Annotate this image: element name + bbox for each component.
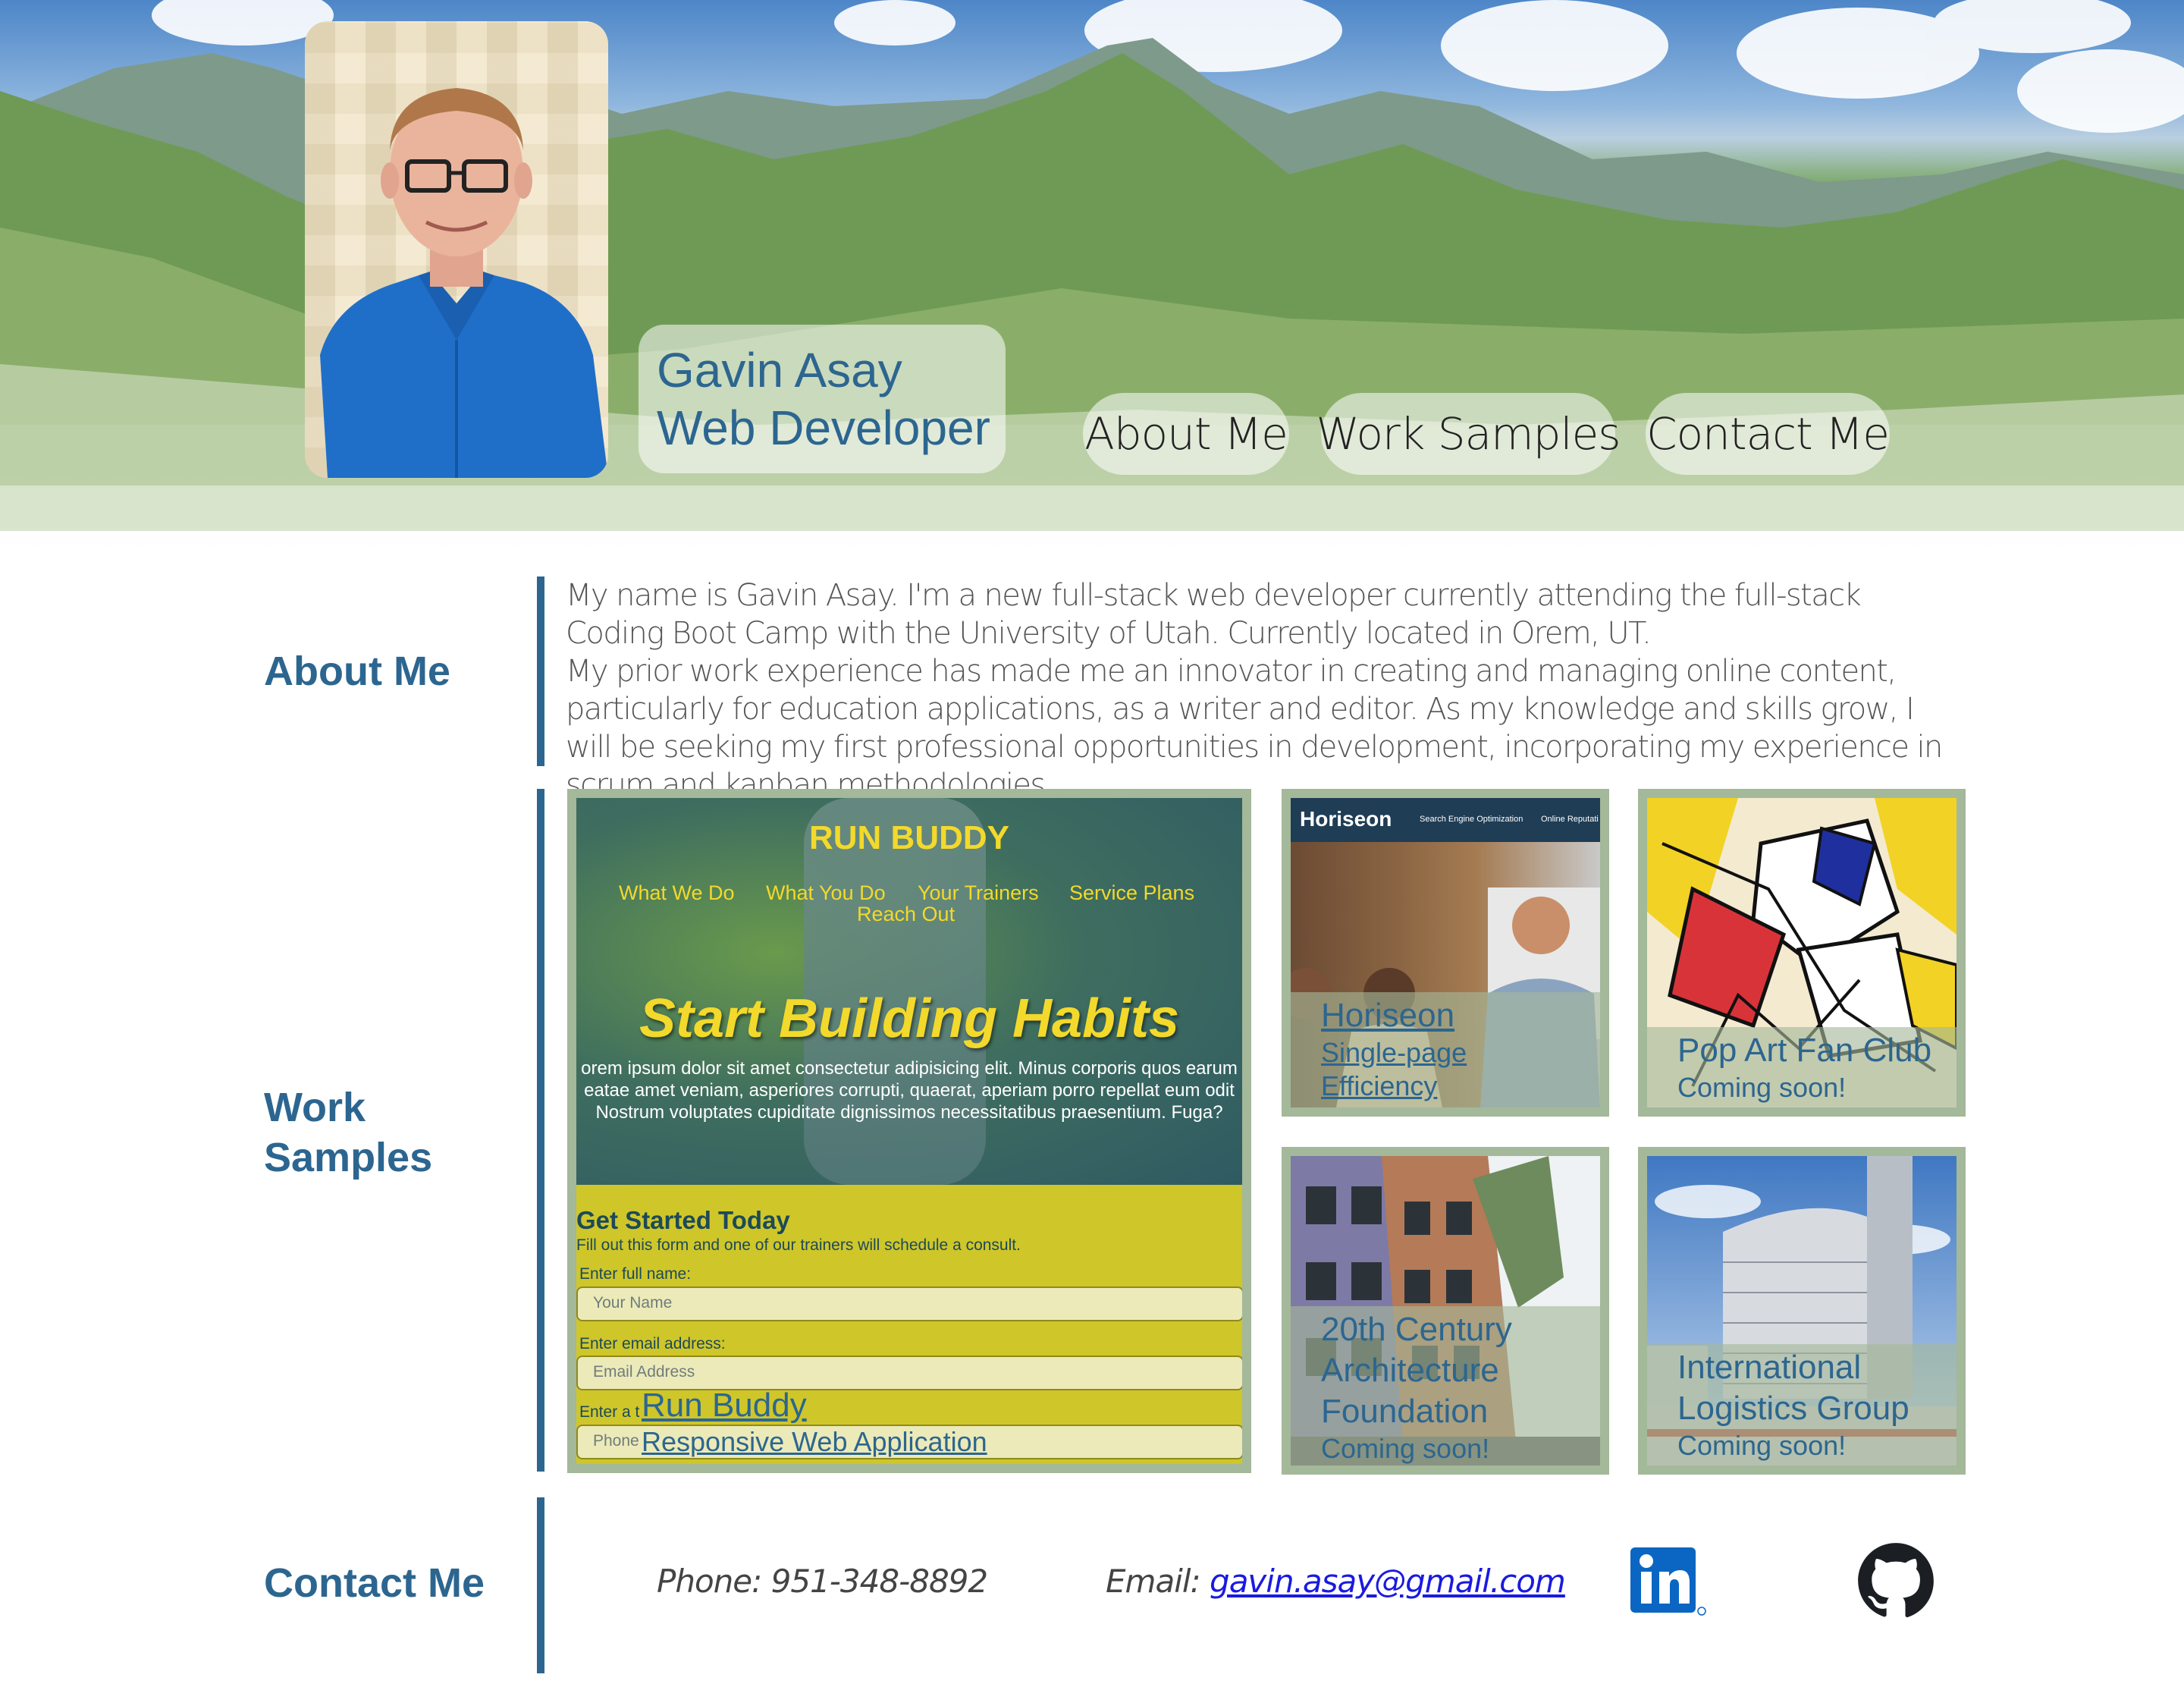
name-title-box: Gavin Asay Web Developer <box>639 325 1006 473</box>
rb-nav-item: Service Plans <box>1069 881 1195 904</box>
about-paragraph-1: My name is Gavin Asay. I'm a new full-st… <box>566 578 1862 651</box>
rb-label-phone: Enter a t <box>579 1403 640 1421</box>
nav-contact-me[interactable]: Contact Me <box>1646 393 1890 475</box>
horiseon-link[interactable]: Horiseon <box>1321 995 1570 1036</box>
rb-lorem: orem ipsum dolor sit amet consectetur ad… <box>576 1057 1242 1123</box>
work-card-horiseon[interactable]: Horiseon Search Engine Optimization Onli… <box>1282 789 1609 1117</box>
rb-lorem-line: orem ipsum dolor sit amet consectetur ad… <box>581 1058 1238 1079</box>
nav-work-samples[interactable]: Work Samples <box>1316 393 1621 475</box>
run-buddy-preview: RUN BUDDY What We Do What You Do Your Tr… <box>576 798 1242 1464</box>
architecture-caption: 20th Century Architecture Foundation Com… <box>1291 1306 1600 1466</box>
horiseon-menu-item: Online Reputati <box>1541 815 1599 824</box>
rb-lorem-line: eatae amet veniam, asperiores corrupti, … <box>584 1080 1235 1101</box>
work-card-architecture[interactable]: 20th Century Architecture Foundation Com… <box>1282 1147 1609 1475</box>
run-buddy-caption: Run Buddy Responsive Web Application <box>642 1387 987 1459</box>
rb-hero-text: Start Building Habits <box>639 988 1180 1049</box>
pop-art-title[interactable]: Pop Art Fan Club <box>1677 1030 1931 1071</box>
developer-name: Gavin Asay <box>657 343 902 397</box>
about-text: My name is Gavin Asay. I'm a new full-st… <box>566 576 1961 804</box>
email-label: Email: <box>1106 1563 1210 1600</box>
about-paragraph-2: My prior work experience has made me an … <box>566 654 1943 803</box>
run-buddy-subtitle[interactable]: Responsive Web Application <box>642 1425 987 1459</box>
contact-divider <box>537 1497 544 1673</box>
rb-form-intro: Fill out this form and one of our traine… <box>576 1236 1021 1254</box>
work-card-logistics[interactable]: International Logistics Group Coming soo… <box>1638 1147 1966 1475</box>
github-icon[interactable] <box>1856 1541 1935 1620</box>
logistics-subtitle: Coming soon! <box>1677 1430 1847 1461</box>
developer-title: Web Developer <box>657 401 990 455</box>
logistics-title-line[interactable]: International <box>1677 1347 1926 1388</box>
work-heading-line2: Samples <box>264 1135 433 1180</box>
horiseon-brand: Horiseon <box>1300 807 1392 831</box>
logistics-caption: International Logistics Group Coming soo… <box>1647 1344 1956 1466</box>
rb-brand: RUN BUDDY <box>809 819 1009 856</box>
rb-input-name: Your Name <box>576 1286 1242 1321</box>
rb-form-title: Get Started Today <box>576 1206 790 1234</box>
horiseon-header: Horiseon Search Engine Optimization Onli… <box>1291 798 1600 842</box>
rb-nav-item: Reach Out <box>857 903 956 925</box>
rb-input-email: Email Address <box>576 1356 1242 1390</box>
about-divider <box>537 576 544 766</box>
run-buddy-link[interactable]: Run Buddy <box>642 1387 987 1425</box>
architecture-subtitle: Coming soon! <box>1321 1433 1490 1464</box>
architecture-title-line[interactable]: 20th Century <box>1321 1309 1570 1350</box>
profile-photo <box>305 21 608 478</box>
email-link[interactable]: gavin.asay@gmail.com <box>1210 1563 1566 1600</box>
horiseon-subtitle[interactable]: Single-page Efficiency <box>1321 1036 1570 1103</box>
logistics-title-line[interactable]: Logistics Group <box>1677 1388 1926 1429</box>
about-heading: About Me <box>264 649 450 694</box>
work-heading: Work Samples <box>264 1082 432 1183</box>
rb-nav-item: What You Do <box>766 881 886 904</box>
pop-art-caption: Pop Art Fan Club Coming soon! <box>1647 1027 1956 1107</box>
rb-nav-item: Your Trainers <box>918 881 1039 904</box>
email-block: Email: gavin.asay@gmail.com <box>1106 1563 1566 1600</box>
rb-label-name: Enter full name: <box>579 1265 692 1283</box>
rb-nav-item: What We Do <box>619 881 735 904</box>
linkedin-icon[interactable] <box>1630 1547 1706 1617</box>
nav-about-me[interactable]: About Me <box>1083 393 1289 475</box>
architecture-title-line[interactable]: Architecture <box>1321 1350 1570 1391</box>
horiseon-menu-item: Search Engine Optimization <box>1420 815 1523 824</box>
horiseon-caption: Horiseon Single-page Efficiency <box>1291 992 1600 1107</box>
architecture-title-line[interactable]: Foundation <box>1321 1391 1570 1432</box>
work-card-pop-art[interactable]: Pop Art Fan Club Coming soon! <box>1638 789 1966 1117</box>
pop-art-subtitle: Coming soon! <box>1677 1072 1847 1103</box>
rb-lorem-line: Nostrum voluptates cupiditate dignissimo… <box>595 1102 1223 1123</box>
run-buddy-hero-bg: RUN BUDDY What We Do What You Do Your Tr… <box>576 798 1242 1185</box>
hero-header: Gavin Asay Web Developer About Me Work S… <box>0 0 2184 576</box>
rb-label-email: Enter email address: <box>579 1335 726 1352</box>
work-heading-line1: Work <box>264 1085 366 1130</box>
contact-heading: Contact Me <box>264 1560 485 1606</box>
phone-text: Phone: 951-348-8892 <box>657 1563 988 1600</box>
work-card-run-buddy[interactable]: RUN BUDDY What We Do What You Do Your Tr… <box>567 789 1251 1473</box>
work-divider <box>537 789 544 1472</box>
